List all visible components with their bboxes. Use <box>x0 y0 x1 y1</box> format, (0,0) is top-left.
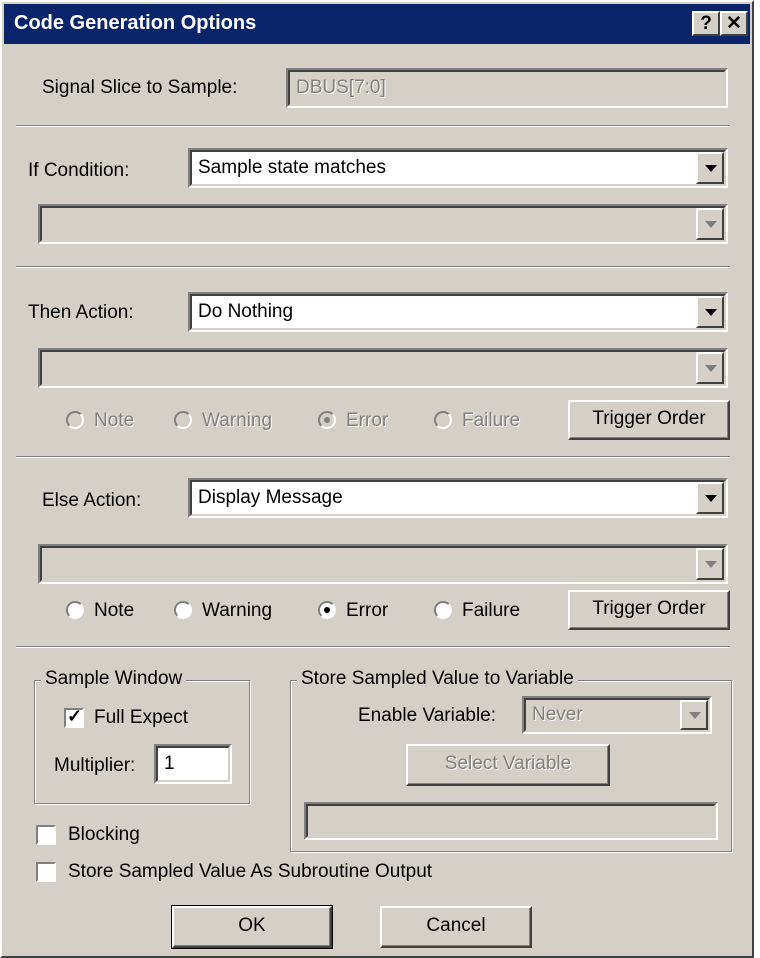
multiplier-label: Multiplier: <box>54 755 136 776</box>
else-action-value: Display Message <box>198 487 343 508</box>
then-trigger-order-button[interactable]: Trigger Order <box>568 400 730 440</box>
else-trigger-order-button[interactable]: Trigger Order <box>568 590 730 630</box>
else-radio-warning-label: Warning <box>202 600 273 621</box>
blocking-checkbox[interactable] <box>36 825 56 845</box>
separator-3 <box>16 456 730 458</box>
store-variable-title: Store Sampled Value to Variable <box>297 668 578 690</box>
else-radio-note[interactable] <box>66 601 84 619</box>
if-condition-secondary-dropdown-button[interactable] <box>696 208 724 240</box>
then-action-label: Then Action: <box>28 302 134 323</box>
sample-window-group: Sample Window <box>34 668 250 804</box>
signal-slice-field: DBUS[7:0] <box>286 68 728 108</box>
chevron-down-icon <box>705 309 717 316</box>
if-condition-label: If Condition: <box>28 160 130 181</box>
radio-selected-dot <box>324 417 330 423</box>
separator-2 <box>16 266 730 268</box>
chevron-down-icon <box>705 221 717 228</box>
chevron-down-icon <box>705 495 717 502</box>
then-radio-failure-label: Failure <box>462 410 521 431</box>
help-button[interactable]: ? <box>692 11 720 36</box>
if-condition-select[interactable]: Sample state matches <box>188 148 728 188</box>
store-subroutine-label: Store Sampled Value As Subroutine Output <box>68 861 433 882</box>
title-bar: Code Generation Options ? ✕ <box>4 4 750 44</box>
enable-variable-value: Never <box>532 704 583 725</box>
then-action-dropdown-button[interactable] <box>696 296 724 328</box>
multiplier-value: 1 <box>164 753 175 774</box>
code-generation-dialog: Code Generation Options ? ✕ Signal Slice… <box>0 0 754 958</box>
else-action-secondary-dropdown-button[interactable] <box>696 548 724 580</box>
then-radio-warning-label: Warning <box>202 410 273 431</box>
radio-selected-dot <box>324 607 330 613</box>
checkmark-icon: ✓ <box>67 706 83 726</box>
else-action-select[interactable]: Display Message <box>188 478 728 518</box>
else-radio-note-label: Note <box>94 600 135 621</box>
else-radio-error-label: Error <box>346 600 389 621</box>
else-action-label: Else Action: <box>42 490 142 511</box>
then-radio-note-label: Note <box>94 410 135 431</box>
multiplier-input[interactable]: 1 <box>154 744 232 784</box>
else-radio-failure[interactable] <box>434 601 452 619</box>
signal-slice-value: DBUS[7:0] <box>296 77 386 98</box>
enable-variable-select[interactable]: Never <box>522 696 712 734</box>
if-condition-secondary-select[interactable] <box>38 204 728 244</box>
enable-variable-dropdown-button[interactable] <box>680 700 708 730</box>
separator-1 <box>16 125 730 127</box>
store-subroutine-checkbox[interactable] <box>36 862 56 882</box>
then-radio-warning[interactable] <box>174 411 192 429</box>
then-radio-error[interactable] <box>318 411 336 429</box>
if-condition-value: Sample state matches <box>198 157 386 178</box>
blocking-label: Blocking <box>68 824 140 845</box>
else-radio-failure-label: Failure <box>462 600 521 621</box>
enable-variable-label: Enable Variable: <box>358 705 497 726</box>
then-action-select[interactable]: Do Nothing <box>188 292 728 332</box>
else-action-dropdown-button[interactable] <box>696 482 724 514</box>
then-radio-note[interactable] <box>66 411 84 429</box>
signal-slice-label: Signal Slice to Sample: <box>42 77 238 98</box>
then-action-secondary-select[interactable] <box>38 348 728 388</box>
close-button[interactable]: ✕ <box>720 11 748 36</box>
ok-button[interactable]: OK <box>171 905 333 949</box>
else-action-secondary-select[interactable] <box>38 544 728 584</box>
dialog-title: Code Generation Options <box>14 12 257 34</box>
chevron-down-icon <box>705 561 717 568</box>
else-radio-error[interactable] <box>318 601 336 619</box>
if-condition-dropdown-button[interactable] <box>696 152 724 184</box>
then-action-value: Do Nothing <box>198 301 294 322</box>
else-radio-warning[interactable] <box>174 601 192 619</box>
separator-4 <box>16 646 730 648</box>
then-radio-failure[interactable] <box>434 411 452 429</box>
then-radio-error-label: Error <box>346 410 389 431</box>
select-variable-button[interactable]: Select Variable <box>406 744 610 786</box>
then-action-secondary-dropdown-button[interactable] <box>696 352 724 384</box>
sample-window-title: Sample Window <box>41 668 187 690</box>
chevron-down-icon <box>689 712 701 719</box>
cancel-button[interactable]: Cancel <box>380 906 532 948</box>
chevron-down-icon <box>705 365 717 372</box>
chevron-down-icon <box>705 165 717 172</box>
full-expect-checkbox[interactable]: ✓ <box>64 706 84 728</box>
full-expect-label: Full Expect <box>94 707 188 728</box>
variable-field[interactable] <box>304 802 718 840</box>
